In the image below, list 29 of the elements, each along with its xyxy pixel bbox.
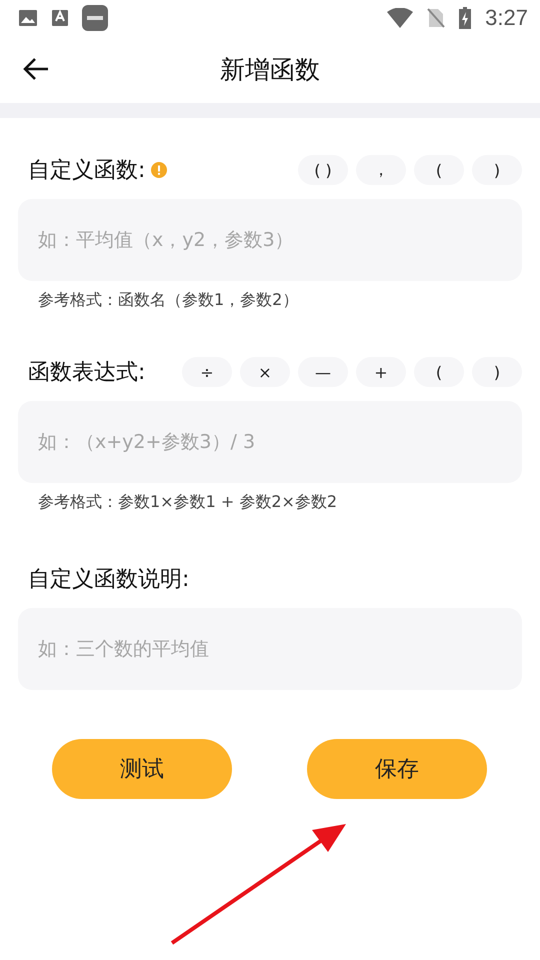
format-hint: 参考格式：参数1×参数1 + 参数2×参数2: [37, 492, 338, 513]
field-label: 自定义函数:: [28, 157, 146, 185]
symbol-key[interactable]: ): [472, 357, 522, 387]
input-field[interactable]: 如：（x+y2+参数3）/ 3: [18, 401, 522, 483]
format-hint: 参考格式：函数名（参数1，参数2）: [37, 290, 300, 311]
app-icon: [82, 5, 108, 31]
field-label: 自定义函数说明:: [28, 566, 190, 594]
field-label: 函数表达式:: [28, 359, 146, 387]
image-icon: [18, 8, 38, 28]
symbol-key[interactable]: ×: [240, 357, 290, 387]
symbol-key[interactable]: +: [356, 357, 406, 387]
test-button[interactable]: 测试: [52, 739, 232, 799]
save-button[interactable]: 保存: [307, 739, 487, 799]
symbol-key[interactable]: ÷: [182, 357, 232, 387]
battery-icon: [459, 7, 472, 29]
symbol-key[interactable]: ( ): [298, 155, 348, 185]
wifi-icon: [387, 8, 414, 28]
back-icon[interactable]: [22, 57, 50, 81]
symbol-key[interactable]: —: [298, 357, 348, 387]
symbol-key[interactable]: ): [472, 155, 522, 185]
symbol-key[interactable]: ，: [356, 155, 406, 185]
font-icon: [52, 8, 68, 28]
no-sim-icon: [427, 8, 446, 28]
page-title: 新增函数: [220, 54, 320, 86]
symbol-key[interactable]: (: [414, 357, 464, 387]
clock: 3:27: [485, 5, 528, 31]
symbol-key[interactable]: (: [414, 155, 464, 185]
input-field[interactable]: 如：平均值（x，y2，参数3）: [18, 199, 522, 281]
input-field[interactable]: 如：三个数的平均值: [18, 608, 522, 690]
